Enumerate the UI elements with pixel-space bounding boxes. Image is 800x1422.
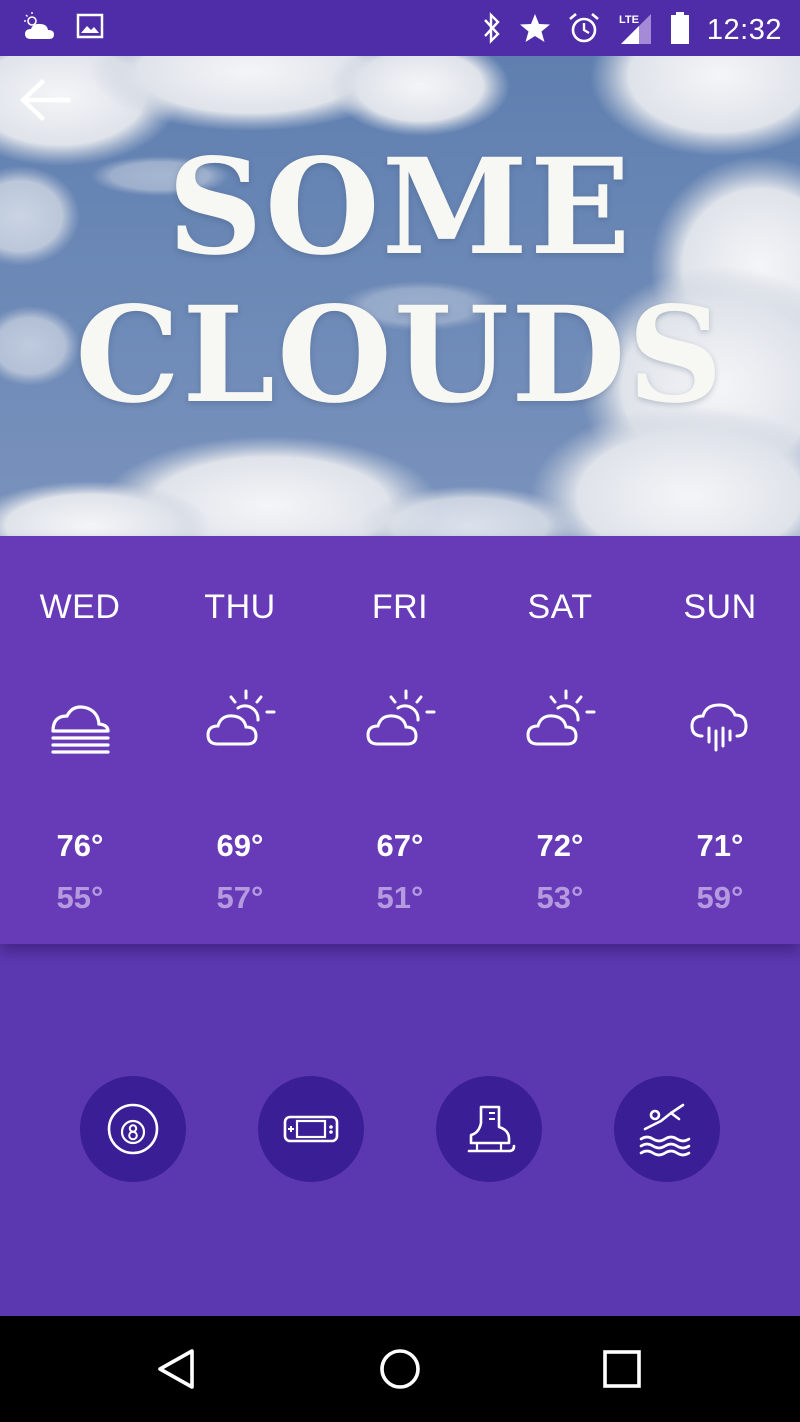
high-temperature: 69° xyxy=(216,828,264,863)
network-label: LTE xyxy=(619,14,639,26)
bluetooth-icon xyxy=(481,11,503,50)
forecast-day-fri: FRI 67° 51° xyxy=(320,536,480,944)
high-temperature: 72° xyxy=(536,828,584,863)
low-temperature: 59° xyxy=(696,880,744,915)
weather-cloud-icon xyxy=(22,12,58,47)
day-label: THU xyxy=(204,588,276,626)
forecast-panel: WED 76° 55° THU 69° 57° FRI 67° 51° SAT … xyxy=(0,536,800,944)
activity-billiards-button[interactable] xyxy=(80,1076,186,1182)
fog-icon xyxy=(51,705,110,754)
lte-signal-icon: LTE xyxy=(617,10,653,51)
status-time: 12:32 xyxy=(706,14,782,46)
low-temperature: 55° xyxy=(56,880,104,915)
status-left-icons xyxy=(22,12,104,47)
alarm-icon xyxy=(567,11,601,50)
partly-cloudy-icon xyxy=(526,689,596,746)
high-temperature: 71° xyxy=(696,828,744,863)
image-icon xyxy=(76,12,104,47)
day-label: WED xyxy=(39,588,121,626)
partly-cloudy-icon xyxy=(206,689,276,746)
activity-suggestions xyxy=(0,944,800,1316)
nav-recents-button[interactable] xyxy=(599,1346,645,1392)
rain-icon xyxy=(690,703,748,752)
arrow-left-icon xyxy=(19,78,71,122)
hero-banner: SOME CLOUDS xyxy=(0,56,800,536)
high-temperature: 76° xyxy=(56,828,104,863)
high-temperature: 67° xyxy=(376,828,424,863)
weather-condition-title: SOME CLOUDS xyxy=(75,130,725,433)
status-right-icons: LTE 12:32 xyxy=(481,10,782,51)
low-temperature: 51° xyxy=(376,880,424,915)
status-bar: LTE 12:32 xyxy=(0,0,800,56)
triangle-back-icon xyxy=(158,1349,194,1389)
square-recents-icon xyxy=(603,1350,641,1388)
back-button[interactable] xyxy=(18,76,74,126)
forecast-day-sun: SUN 71° 59° xyxy=(640,536,800,944)
forecast-day-sat: SAT 72° 53° xyxy=(480,536,640,944)
forecast-day-wed: WED 76° 55° xyxy=(0,536,160,944)
handheld-console-icon xyxy=(283,1115,339,1143)
nav-back-button[interactable] xyxy=(154,1346,200,1392)
ice-skate-icon xyxy=(467,1105,516,1153)
star-icon xyxy=(519,12,551,49)
low-temperature: 57° xyxy=(216,880,264,915)
eight-ball-icon xyxy=(107,1103,159,1155)
forecast-day-thu: THU 69° 57° xyxy=(160,536,320,944)
circle-home-icon xyxy=(380,1349,420,1389)
day-label: FRI xyxy=(371,588,429,626)
navigation-bar xyxy=(0,1316,800,1422)
activity-swimming-button[interactable] xyxy=(614,1076,720,1182)
nav-home-button[interactable] xyxy=(377,1346,423,1392)
swimmer-icon xyxy=(639,1103,691,1157)
day-label: SUN xyxy=(683,588,757,626)
activity-gaming-button[interactable] xyxy=(258,1076,364,1182)
activity-ice-skating-button[interactable] xyxy=(436,1076,542,1182)
partly-cloudy-icon xyxy=(366,689,436,746)
day-label: SAT xyxy=(527,588,593,626)
low-temperature: 53° xyxy=(536,880,584,915)
battery-icon xyxy=(669,11,691,50)
